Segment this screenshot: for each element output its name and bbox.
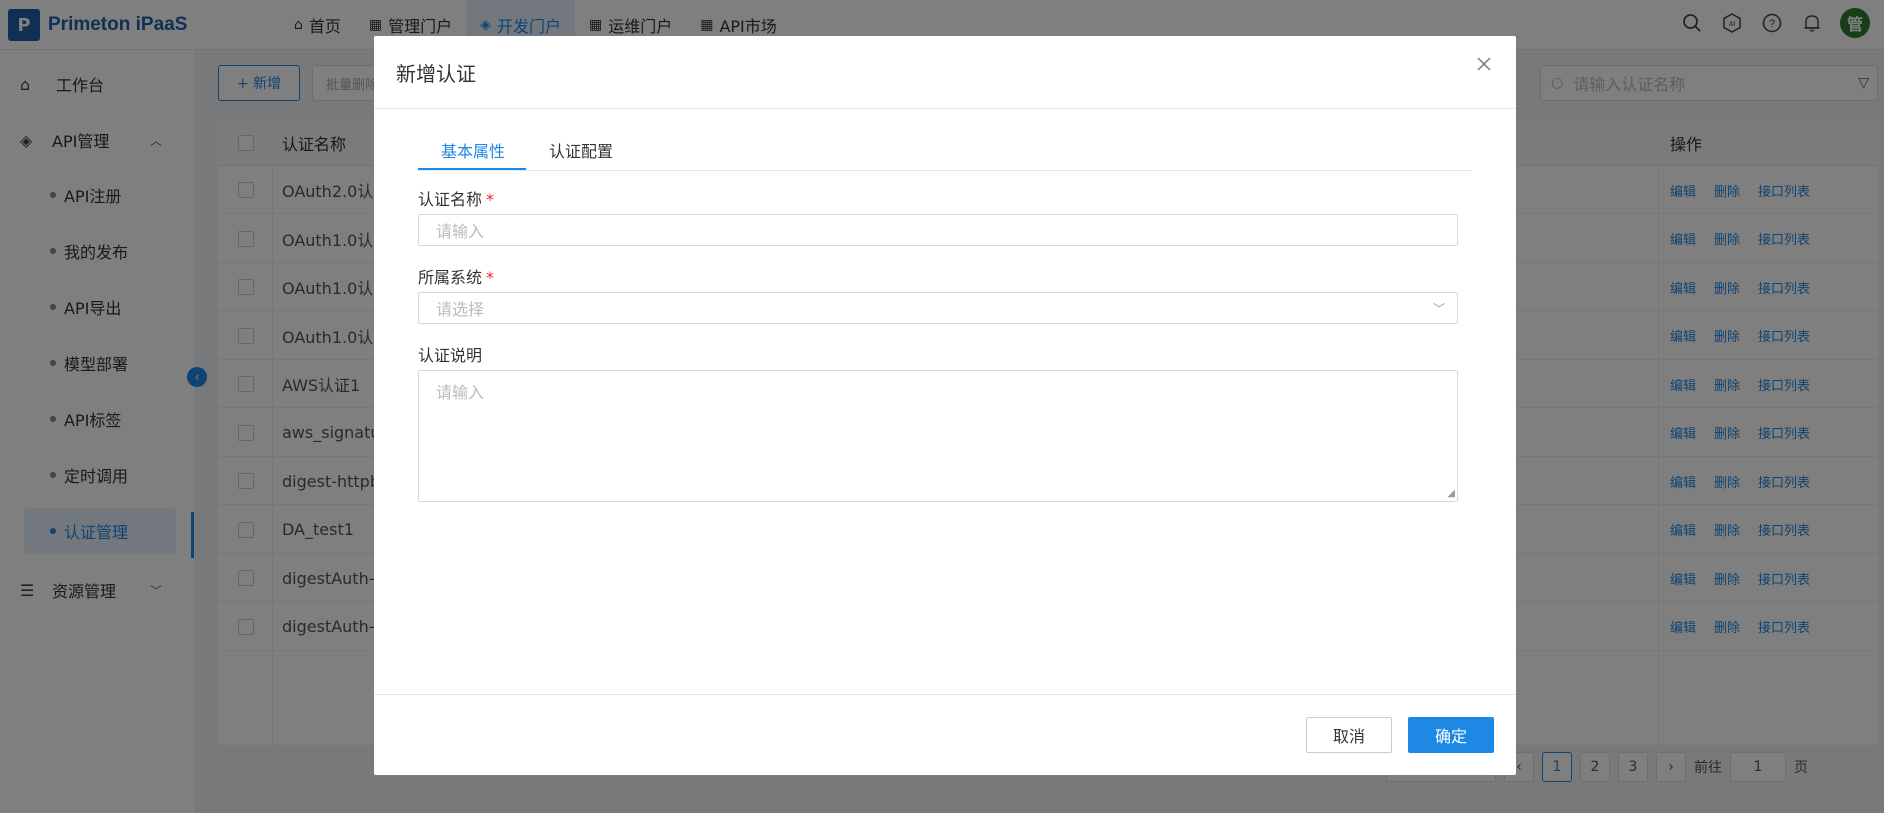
- close-icon[interactable]: [1470, 50, 1498, 78]
- chevron-down-icon: ﹀: [1432, 301, 1445, 316]
- auth-description-textarea[interactable]: 请输入 ◢: [418, 370, 1458, 502]
- confirm-button[interactable]: 确定: [1408, 717, 1494, 753]
- required-mark: *: [486, 190, 495, 209]
- tab-basic-properties[interactable]: 基本属性: [441, 128, 505, 171]
- input-placeholder: 请输入: [436, 222, 485, 241]
- select-placeholder: 请选择: [436, 300, 485, 319]
- active-tab-indicator: [418, 168, 526, 170]
- auth-name-input[interactable]: 请输入: [418, 214, 1458, 246]
- dialog-header: 新增认证: [374, 36, 1516, 109]
- cancel-button[interactable]: 取消: [1306, 717, 1392, 753]
- required-mark: *: [486, 268, 495, 287]
- tab-auth-config[interactable]: 认证配置: [549, 128, 613, 171]
- system-field-label: 所属系统 *: [418, 264, 494, 288]
- textarea-placeholder: 请输入: [436, 383, 485, 402]
- app-root: P Primeton iPaaS ⌂首页 ▦管理门户 ◈开发门户 ▦运维门户 ▦…: [0, 0, 1884, 813]
- resize-handle-icon[interactable]: ◢: [1447, 488, 1455, 499]
- dialog-footer: 取消 确定: [374, 694, 1516, 775]
- dialog-tabs: 基本属性 认证配置: [418, 128, 1472, 171]
- add-auth-dialog: 新增认证 基本属性 认证配置 认证名称 * 请输入 所属系统 * 请选择 ﹀ 认证说明…: [374, 36, 1516, 775]
- desc-field-label: 认证说明: [418, 346, 483, 365]
- dialog-title: 新增认证: [396, 62, 476, 86]
- system-select[interactable]: 请选择 ﹀: [418, 292, 1458, 324]
- name-field-label: 认证名称 *: [418, 186, 494, 210]
- label-text: 所属系统: [418, 268, 483, 287]
- label-text: 认证名称: [418, 190, 483, 209]
